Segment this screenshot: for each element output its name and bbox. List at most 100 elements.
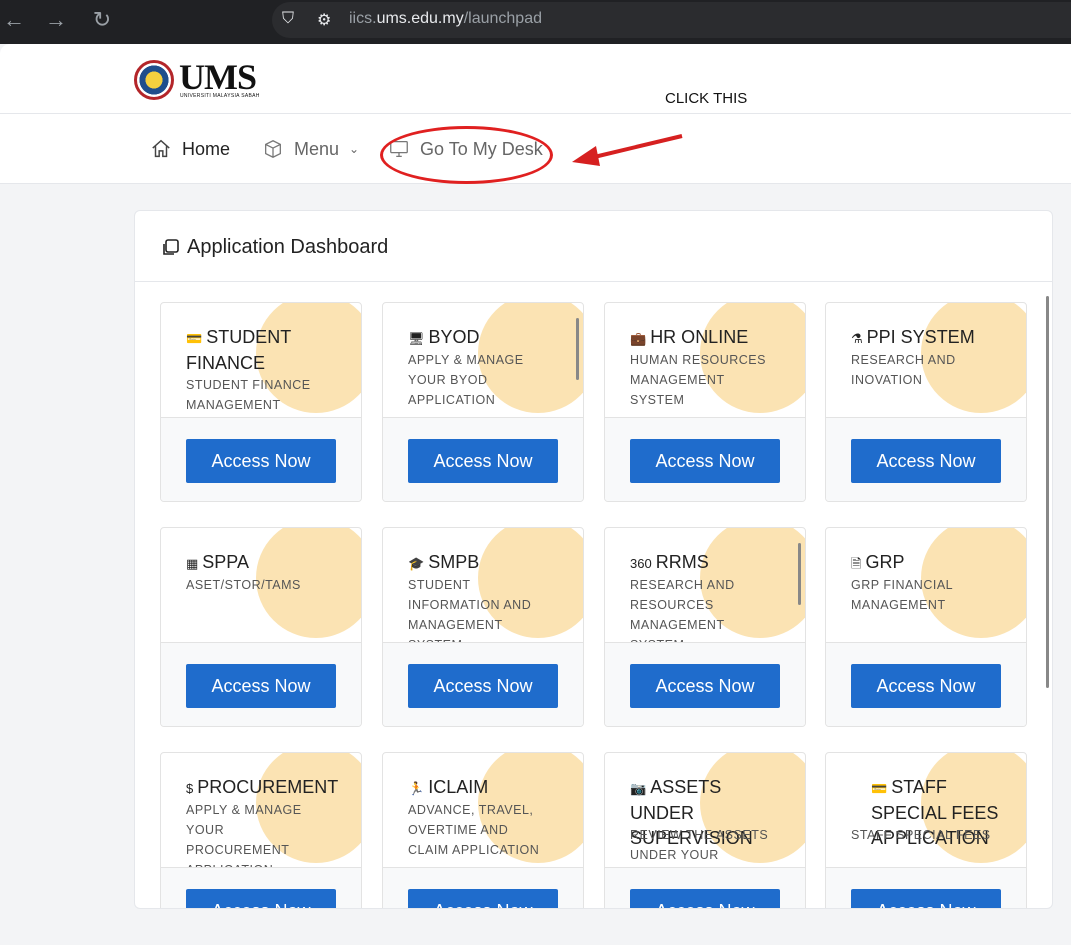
app-tile-student-finance: 💳 STUDENT FINANCE STUDENT FINANCE MANAGEM…: [160, 302, 362, 502]
home-icon: [152, 139, 170, 158]
annotation-label: CLICK THIS: [665, 90, 748, 107]
app-name-text: GRP: [865, 552, 905, 572]
app-tile-ppi-system: ⚗ PPI SYSTEM RESEARCH AND INOVATION Acces…: [825, 302, 1027, 502]
app-name: $ PROCUREMENT: [186, 775, 339, 801]
app-tile-grp: 🗎 GRP GRP FINANCIAL MANAGEMENT Access Now: [825, 527, 1027, 727]
app-name: ▦ SPPA: [186, 550, 336, 576]
access-now-button[interactable]: Access Now: [186, 664, 336, 708]
app-tile-iclaim: 🏃 ICLAIM ADVANCE, TRAVEL, OVERTIME AND CL…: [382, 752, 584, 908]
box-icon: [265, 140, 281, 158]
url-text: iics.ums.edu.my/launchpad: [349, 10, 542, 27]
address-bar[interactable]: ⛉ ⚙ iics.ums.edu.my/launchpad: [272, 2, 1071, 38]
app-description: REVIEW THE ASSETS UNDER YOUR: [630, 828, 769, 862]
app-tile-body: 📷 ASSETS UNDER SUPERVISION REVIEW THE ASS…: [605, 753, 805, 867]
app-name: ⚗ PPI SYSTEM: [851, 325, 1001, 351]
briefcase-icon: 💼: [630, 331, 647, 346]
copy-icon: [163, 238, 179, 255]
main-nav: Home Menu ⌄ Go To My Desk: [0, 114, 1071, 184]
webcam-icon: 📷: [630, 781, 647, 796]
app-tile-body: 🗎 GRP GRP FINANCIAL MANAGEMENT: [826, 528, 1026, 642]
app-tile-footer: Access Now: [826, 867, 1026, 908]
app-tile-body: 💼 HR ONLINE HUMAN RESOURCES MANAGEMENT SY…: [605, 303, 805, 417]
tile-scrollbar[interactable]: [798, 543, 801, 605]
annotation-circle: [380, 126, 553, 184]
credit-card-icon: 💳: [871, 781, 888, 796]
app-name: 🖥 BYOD: [408, 325, 558, 351]
access-now-button[interactable]: Access Now: [408, 439, 558, 483]
site-header: UMS UNIVERSITI MALAYSIA SABAH CLICK THIS: [0, 44, 1071, 114]
app-description: STUDENT FINANCE MANAGEMENT: [186, 378, 311, 412]
app-name: 360 RRMS: [630, 550, 780, 576]
access-now-button[interactable]: Access Now: [851, 664, 1001, 708]
app-tile-footer: Access Now: [826, 642, 1026, 726]
reload-icon[interactable]: ↻: [88, 6, 116, 34]
back-icon[interactable]: ←: [0, 6, 28, 34]
360-icon: 360: [630, 556, 652, 571]
dashboard-title: Application Dashboard: [161, 236, 388, 259]
monitor-icon: 🖥: [408, 331, 425, 346]
app-tile-footer: Access Now: [383, 417, 583, 501]
page: UMS UNIVERSITI MALAYSIA SABAH CLICK THIS…: [0, 44, 1071, 945]
access-now-button[interactable]: Access Now: [408, 664, 558, 708]
app-tile-body: ▦ SPPA ASET/STOR/TAMS: [161, 528, 361, 642]
app-name-text: SMPB: [428, 552, 480, 572]
app-tile-footer: Access Now: [161, 417, 361, 501]
app-name-text: SPPA: [202, 552, 249, 572]
app-description: HUMAN RESOURCES MANAGEMENT SYSTEM: [630, 353, 766, 407]
app-description: ADVANCE, TRAVEL, OVERTIME AND CLAIM APPL…: [408, 803, 540, 857]
app-tile-body: $ PROCUREMENT APPLY & MANAGE YOUR PROCURE…: [161, 753, 361, 867]
app-name: 🏃 ICLAIM: [408, 775, 558, 801]
app-tile-rrms: 360 RRMS RESEARCH AND RESOURCES MANAGEMEN…: [604, 527, 806, 727]
access-now-button[interactable]: Access Now: [186, 889, 336, 908]
nav-menu[interactable]: Menu ⌄: [262, 138, 359, 160]
app-description: STAFF SPECIAL FEES: [851, 828, 991, 842]
logo-subtitle: UNIVERSITI MALAYSIA SABAH: [180, 93, 260, 99]
app-description: RESEARCH AND RESOURCES MANAGEMENT SYSTEM: [630, 578, 735, 642]
app-name: 💳 STUDENT FINANCE: [186, 325, 336, 376]
access-now-button[interactable]: Access Now: [630, 439, 780, 483]
app-tile-assets-under-supervision: 📷 ASSETS UNDER SUPERVISION REVIEW THE ASS…: [604, 752, 806, 908]
access-now-button[interactable]: Access Now: [851, 439, 1001, 483]
nav-home[interactable]: Home: [150, 138, 230, 160]
ums-logo[interactable]: UMS UNIVERSITI MALAYSIA SABAH: [134, 57, 260, 102]
flask-icon: ⚗: [851, 331, 863, 346]
app-tile-smpb: 🎓 SMPB STUDENT INFORMATION AND MANAGEMENT…: [382, 527, 584, 727]
running-icon: 🏃: [408, 781, 425, 796]
app-tile-body: 🖥 BYOD APPLY & MANAGE YOUR BYOD APPLICATI…: [383, 303, 583, 417]
app-description: APPLY & MANAGE YOUR BYOD APPLICATION: [408, 353, 524, 407]
app-name: 💼 HR ONLINE: [630, 325, 780, 351]
application-dashboard: Application Dashboard 💳 STUDENT FINANCE S…: [134, 210, 1053, 909]
app-description: RESEARCH AND INOVATION: [851, 353, 956, 387]
site-settings-icon[interactable]: ⚙: [317, 10, 331, 30]
app-name-text: HR ONLINE: [650, 327, 749, 347]
dashboard-scrollbar[interactable]: [1046, 296, 1049, 688]
app-tile-footer: Access Now: [383, 642, 583, 726]
access-now-button[interactable]: Access Now: [851, 889, 1001, 908]
dashboard-header: Application Dashboard: [135, 211, 1052, 282]
app-tile-footer: Access Now: [605, 867, 805, 908]
tile-scrollbar[interactable]: [576, 318, 579, 380]
app-tile-body: 360 RRMS RESEARCH AND RESOURCES MANAGEMEN…: [605, 528, 805, 642]
forward-icon[interactable]: →: [42, 6, 70, 34]
access-now-button[interactable]: Access Now: [630, 664, 780, 708]
app-name-text: PROCUREMENT: [197, 777, 339, 797]
dashboard-title-text: Application Dashboard: [187, 236, 389, 258]
nav-home-label: Home: [182, 138, 231, 159]
app-name: 🗎 GRP: [851, 550, 1001, 576]
logo-text: UMS: [179, 57, 257, 97]
graduation-cap-icon: 🎓: [408, 556, 425, 571]
chevron-down-icon: ⌄: [349, 142, 360, 156]
browser-toolbar: ← → ↻ ⛉ ⚙ iics.ums.edu.my/launchpad: [0, 0, 1071, 44]
app-tile-staff-special-fees: 💳 STAFF SPECIAL FEES APPLICATION STAFF SP…: [825, 752, 1027, 908]
app-tile-hr-online: 💼 HR ONLINE HUMAN RESOURCES MANAGEMENT SY…: [604, 302, 806, 502]
access-now-button[interactable]: Access Now: [186, 439, 336, 483]
app-tile-footer: Access Now: [161, 867, 361, 908]
access-now-button[interactable]: Access Now: [408, 889, 558, 908]
app-name-text: PPI SYSTEM: [866, 327, 975, 347]
building-icon: ▦: [186, 556, 199, 571]
app-description: ASET/STOR/TAMS: [186, 578, 301, 592]
app-tile-footer: Access Now: [605, 417, 805, 501]
app-description: STUDENT INFORMATION AND MANAGEMENT SYSTE…: [408, 578, 532, 642]
app-description: GRP FINANCIAL MANAGEMENT: [851, 578, 953, 612]
access-now-button[interactable]: Access Now: [630, 889, 780, 908]
